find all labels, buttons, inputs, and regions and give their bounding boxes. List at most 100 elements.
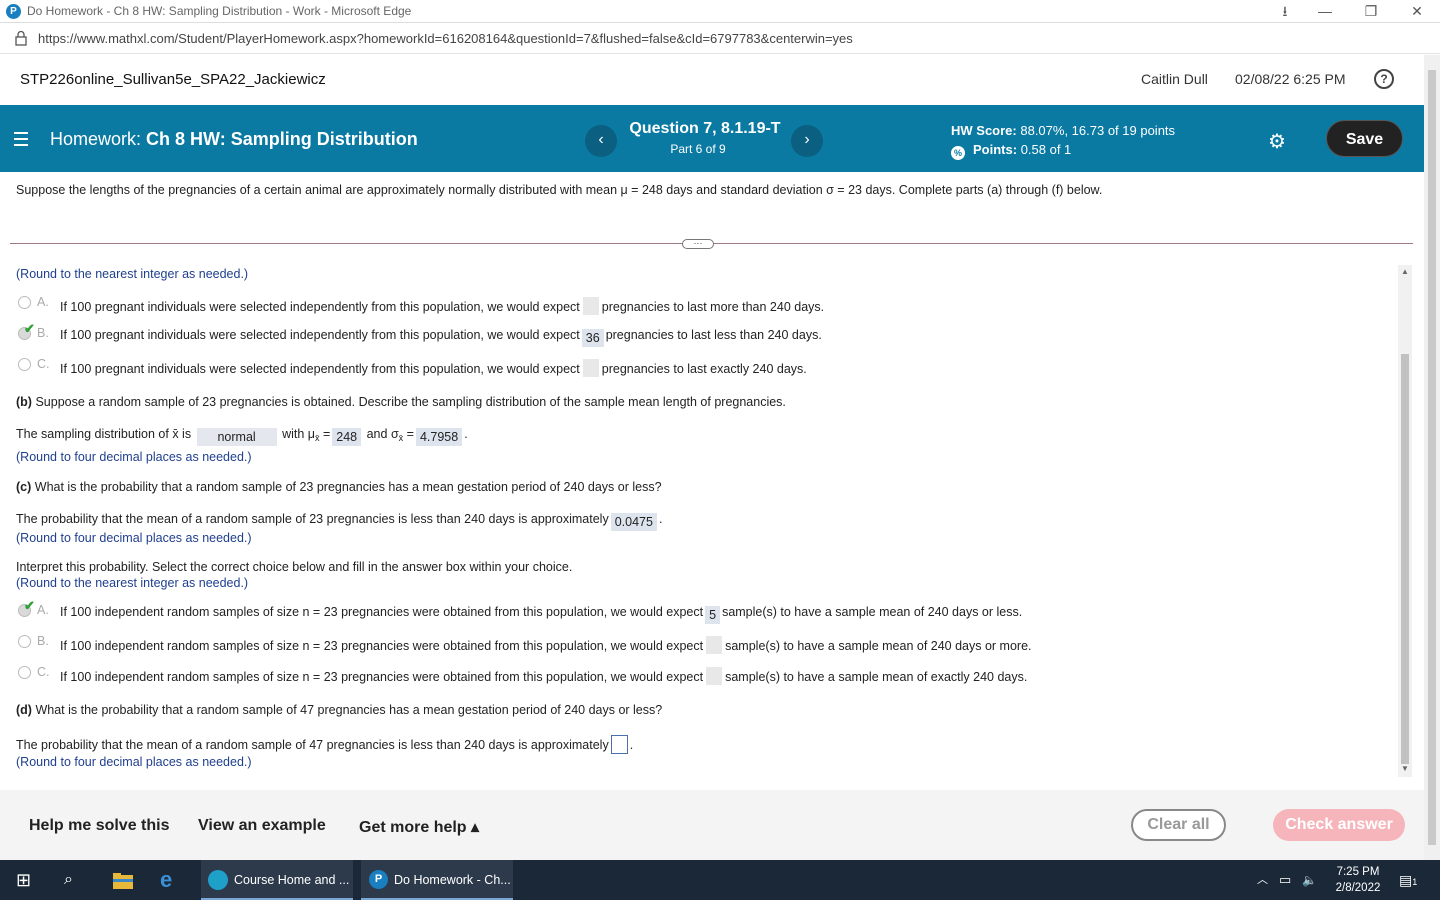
get-more-help-button[interactable]: Get more help ▴: [359, 817, 479, 837]
sigma-answer[interactable]: 4.7958: [415, 428, 463, 446]
answer-text: The probability that the mean of a rando…: [16, 512, 609, 526]
question-title[interactable]: Question 7, 8.1.19-T: [610, 120, 800, 138]
option-text-after: pregnancies to last less than 240 days.: [605, 328, 822, 342]
clock-time: 7:25 PM: [1336, 866, 1380, 878]
network-icon[interactable]: ▭: [1279, 860, 1291, 900]
subscript: x̄: [398, 433, 404, 443]
radio-option-c[interactable]: [18, 358, 31, 371]
homework-label: Homework:: [50, 129, 142, 149]
hw-score: HW Score: 88.07%, 16.73 of 19 points: [951, 123, 1175, 138]
gear-icon[interactable]: ⚙: [1268, 129, 1286, 154]
pearson-icon: P: [369, 870, 388, 889]
checkmark-icon: ✔: [24, 321, 35, 336]
content-scrollbar[interactable]: ▲ ▼: [1398, 265, 1412, 777]
distribution-dropdown[interactable]: normal: [196, 428, 277, 446]
restore-button[interactable]: ❐: [1356, 2, 1386, 20]
part-c-question: (c) What is the probability that a rando…: [16, 480, 662, 494]
taskbar-app-label: Course Home and ...: [234, 873, 350, 887]
hw-score-value: 88.07%, 16.73 of 19 points: [1020, 123, 1176, 138]
points-label: Points:: [973, 142, 1018, 157]
radio-option-a[interactable]: [18, 296, 31, 309]
part-label: (c): [16, 480, 32, 494]
downloads-icon[interactable]: ⭳: [1270, 2, 1300, 20]
taskbar-app-do-homework[interactable]: P Do Homework - Ch...: [361, 860, 513, 900]
round-note: (Round to four decimal places as needed.…: [16, 755, 252, 769]
search-icon[interactable]: ⌕: [64, 860, 73, 900]
menu-icon[interactable]: [14, 132, 28, 150]
sigma-label: and σ: [366, 427, 399, 441]
notification-icon[interactable]: ▤1: [1399, 860, 1417, 900]
option-text-before: If 100 pregnant individuals were selecte…: [60, 362, 580, 376]
checkmark-icon: ✔: [24, 598, 35, 613]
help-icon[interactable]: ?: [1374, 69, 1394, 89]
course-name: STP226online_Sullivan5e_SPA22_Jackiewicz: [20, 71, 326, 88]
windows-start-icon[interactable]: ⊞: [16, 860, 31, 900]
probability-answer[interactable]: 0.0475: [610, 513, 657, 531]
round-note: (Round to the nearest integer as needed.…: [16, 267, 249, 281]
page-scroll-thumb[interactable]: [1428, 70, 1436, 845]
radio-option-b[interactable]: [18, 635, 31, 648]
part-label: (d): [16, 703, 32, 717]
url-text[interactable]: https://www.mathxl.com/Student/PlayerHom…: [38, 31, 853, 46]
scroll-down-icon[interactable]: ▼: [1401, 764, 1409, 773]
expand-ellipsis-button[interactable]: ···: [682, 239, 714, 249]
option-text-after: sample(s) to have a sample mean of exact…: [725, 670, 1028, 684]
homework-header: Homework: Ch 8 HW: Sampling Distribution…: [0, 105, 1424, 172]
footer-bar: Help me solve this View an example Get m…: [0, 790, 1424, 860]
interpret-text: Interpret this probability. Select the c…: [16, 560, 573, 574]
close-button[interactable]: ✕: [1402, 2, 1432, 20]
file-explorer-icon[interactable]: [112, 860, 134, 900]
option-text-before: If 100 independent random samples of siz…: [60, 639, 704, 653]
points: % Points: 0.58 of 1: [951, 142, 1071, 160]
round-note: (Round to four decimal places as needed.…: [16, 531, 252, 545]
part-b-question: (b) Suppose a random sample of 23 pregna…: [16, 395, 786, 409]
course-bar: STP226online_Sullivan5e_SPA22_Jackiewicz…: [0, 55, 1424, 105]
view-example-button[interactable]: View an example: [198, 817, 326, 835]
probability-input[interactable]: [610, 735, 628, 754]
radio-option-c[interactable]: [18, 666, 31, 679]
option-letter: B.: [37, 634, 49, 648]
answer-box[interactable]: 36: [581, 329, 604, 347]
datetime: 02/08/22 6:25 PM: [1235, 71, 1346, 87]
part-d-question: (d) What is the probability that a rando…: [16, 703, 662, 717]
answer-box[interactable]: [706, 667, 723, 685]
edge-icon: [208, 870, 228, 890]
option-text-before: If 100 pregnant individuals were selecte…: [60, 328, 580, 342]
question-content: (Round to the nearest integer as needed.…: [0, 255, 1424, 785]
answer-text: The sampling distribution of x̄ is: [16, 427, 192, 441]
option-letter: C.: [37, 357, 50, 371]
notification-count: 1: [1412, 877, 1418, 887]
answer-box[interactable]: [706, 636, 723, 654]
address-bar[interactable]: https://www.mathxl.com/Student/PlayerHom…: [0, 24, 1440, 54]
scroll-up-icon[interactable]: ▲: [1401, 267, 1409, 276]
next-question-button[interactable]: ›: [791, 125, 823, 157]
answer-text: The probability that the mean of a rando…: [16, 738, 609, 752]
answer-box[interactable]: [582, 297, 599, 315]
taskbar-app-label: Do Homework - Ch...: [394, 873, 511, 887]
check-answer-button[interactable]: Check answer: [1273, 809, 1405, 841]
round-note: (Round to four decimal places as needed.…: [16, 450, 252, 464]
option-letter: A.: [37, 603, 49, 617]
answer-box[interactable]: 5: [705, 606, 721, 624]
hw-score-label: HW Score:: [951, 123, 1017, 138]
part-label: (b): [16, 395, 32, 409]
option-letter: B.: [37, 326, 49, 340]
clear-all-button[interactable]: Clear all: [1131, 809, 1226, 841]
scroll-thumb[interactable]: [1401, 354, 1409, 764]
answer-box[interactable]: [582, 359, 599, 377]
page-scrollbar[interactable]: [1424, 55, 1440, 860]
tray-chevron-icon[interactable]: ︿: [1257, 860, 1268, 900]
internet-explorer-icon[interactable]: e: [160, 860, 172, 900]
window-title: Do Homework - Ch 8 HW: Sampling Distribu…: [27, 4, 412, 18]
points-value: 0.58 of 1: [1020, 142, 1072, 157]
minimize-button[interactable]: —: [1310, 2, 1340, 20]
volume-icon[interactable]: 🔈: [1302, 860, 1317, 900]
browser-title-bar: P Do Homework - Ch 8 HW: Sampling Distri…: [0, 0, 1440, 23]
save-button[interactable]: Save: [1326, 120, 1403, 157]
part-b-answer-line: The sampling distribution of x̄ is norma…: [16, 427, 468, 446]
taskbar-app-course-home[interactable]: Course Home and ...: [201, 860, 353, 900]
option-letter: C.: [37, 665, 50, 679]
mu-answer[interactable]: 248: [332, 428, 362, 446]
help-me-solve-button[interactable]: Help me solve this: [29, 817, 170, 835]
taskbar-clock[interactable]: 7:25 PM 2/8/2022: [1330, 864, 1386, 896]
